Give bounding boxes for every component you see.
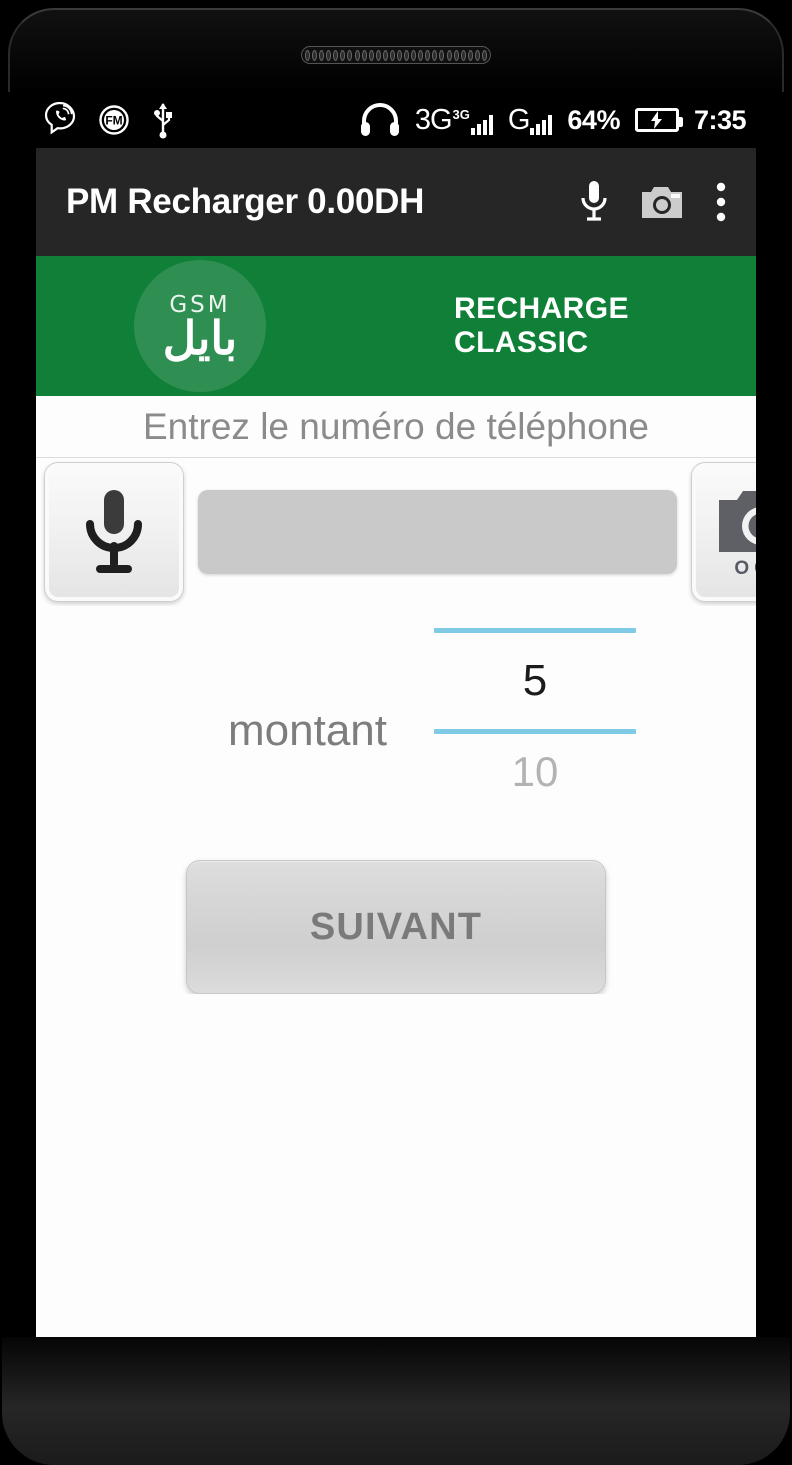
fm-radio-icon: FM <box>98 104 130 136</box>
picker-next-value[interactable]: 10 <box>434 734 636 810</box>
amount-number-picker[interactable]: 5 10 <box>434 628 636 810</box>
earpiece-speaker-grille <box>301 46 491 64</box>
phone-number-label: Entrez le numéro de téléphone <box>142 405 649 447</box>
app-bar-actions <box>580 179 734 225</box>
microphone-icon[interactable] <box>580 179 608 225</box>
signal-bars-g-icon <box>530 113 553 135</box>
phone-bottom-bezel <box>2 1337 790 1465</box>
app-title: PM Recharger 0.00DH <box>66 182 425 221</box>
viber-icon <box>44 102 78 138</box>
camera-icon <box>719 491 756 552</box>
status-bar-right-icons: 3G 3G G 64% 7:35 <box>360 103 747 137</box>
battery-percent-label: 64% <box>567 104 620 135</box>
screen-empty-area <box>36 994 756 1370</box>
phone-number-label-row: Entrez le numéro de téléphone <box>36 396 756 458</box>
network-g-indicator: G <box>508 105 553 135</box>
ocr-camera-button[interactable]: OCR <box>691 462 756 602</box>
camera-icon[interactable] <box>640 183 684 221</box>
amount-picker-zone: montant 5 10 <box>36 606 756 856</box>
operator-logo: GSM بايل <box>134 260 266 392</box>
ocr-button-label: OCR <box>734 558 756 579</box>
amount-label: montant <box>228 706 387 755</box>
voice-input-button[interactable] <box>44 462 184 602</box>
banner-title: RECHARGE CLASSIC <box>454 292 629 359</box>
phone-frame: FM 3G 3G G 64% 7:35 PM Recharger 0.00DH … <box>0 0 792 1465</box>
more-vert-icon[interactable] <box>716 182 726 222</box>
status-bar: FM 3G 3G G 64% 7:35 <box>0 92 792 148</box>
operator-logo-arabic-text: بايل <box>162 312 238 365</box>
phone-number-input[interactable] <box>198 490 677 574</box>
next-button-zone: SUIVANT <box>36 856 756 994</box>
next-button[interactable]: SUIVANT <box>186 860 606 994</box>
clock-label: 7:35 <box>693 104 747 135</box>
status-bar-left-icons: FM <box>44 101 176 139</box>
battery-charging-icon <box>634 108 683 132</box>
operator-banner: GSM بايل RECHARGE CLASSIC <box>36 256 756 396</box>
signal-bars-3g-icon <box>470 113 493 135</box>
network-3g-indicator: 3G 3G <box>415 105 493 135</box>
phone-input-row: OCR <box>36 458 756 606</box>
usb-icon <box>150 101 176 139</box>
headphones-icon <box>360 103 400 137</box>
picker-selected-value[interactable]: 5 <box>434 633 636 729</box>
app-screen: PM Recharger 0.00DH GSM بايل RECHARGE CL… <box>36 148 756 1370</box>
svg-text:FM: FM <box>105 114 122 128</box>
app-bar: PM Recharger 0.00DH <box>36 148 756 256</box>
microphone-icon <box>86 490 142 573</box>
